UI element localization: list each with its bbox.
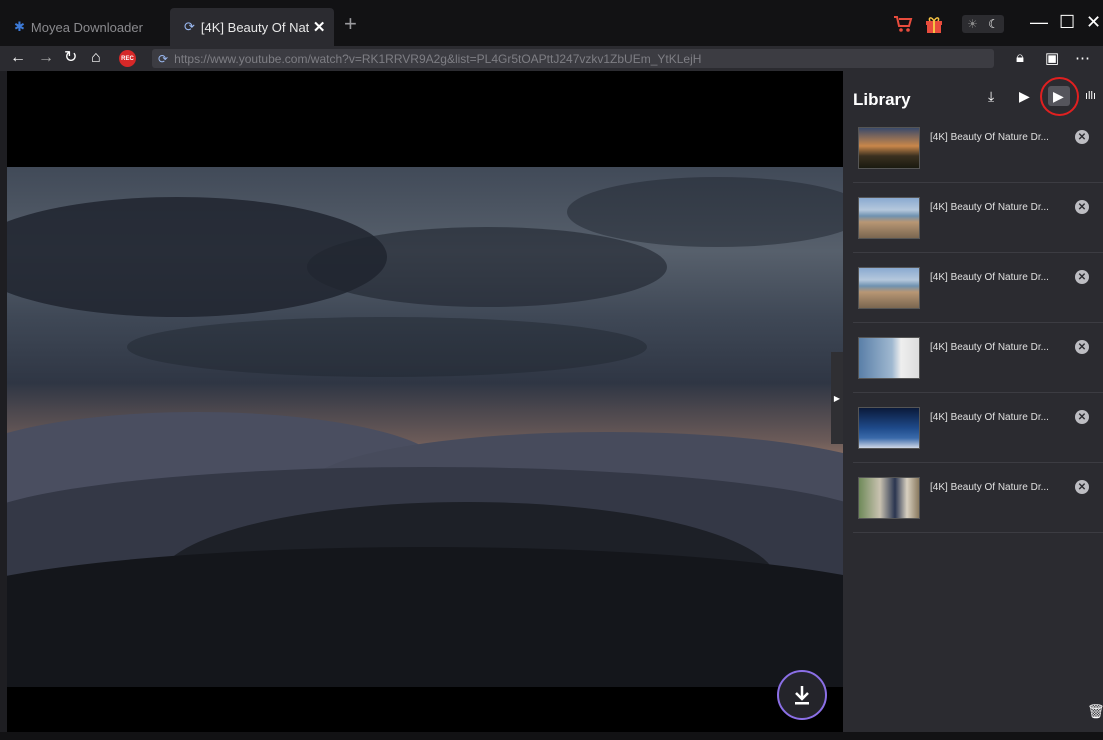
- collapse-sidebar-handle[interactable]: ▶: [831, 352, 843, 444]
- list-item[interactable]: [4K] Beauty Of Nature Dr... ✕: [853, 463, 1103, 533]
- title-bar: ✱ Moyea Downloader ⟳ [4K] Beauty Of Natu…: [0, 0, 1103, 46]
- audio-icon[interactable]: ıllı: [1085, 90, 1096, 102]
- cart-icon[interactable]: [893, 12, 913, 36]
- item-title: [4K] Beauty Of Nature Dr...: [930, 482, 1049, 493]
- download-tab-icon[interactable]: ⤓: [988, 88, 994, 105]
- url-text: https://www.youtube.com/watch?v=RK1RRVR9…: [174, 51, 702, 66]
- trash-icon[interactable]: 🗑︎: [1087, 703, 1103, 720]
- item-title: [4K] Beauty Of Nature Dr...: [930, 132, 1049, 143]
- library-icon[interactable]: ▣: [1045, 49, 1059, 67]
- remove-item-icon[interactable]: ✕: [1075, 130, 1089, 144]
- moon-icon: ☾: [988, 17, 999, 31]
- tab-moyea-downloader[interactable]: ✱ Moyea Downloader: [0, 8, 170, 46]
- gift-icon[interactable]: [924, 12, 944, 36]
- reload-icon[interactable]: ↻: [64, 48, 77, 68]
- back-icon[interactable]: ←: [10, 48, 26, 68]
- video-thumbnail: [858, 127, 920, 169]
- close-window-button[interactable]: ✕: [1086, 12, 1101, 32]
- download-button[interactable]: [777, 670, 827, 720]
- more-icon[interactable]: ⋯: [1075, 49, 1090, 67]
- remove-item-icon[interactable]: ✕: [1075, 410, 1089, 424]
- remove-item-icon[interactable]: ✕: [1075, 200, 1089, 214]
- tab-label: Moyea Downloader: [30, 19, 143, 35]
- video-tab-icon[interactable]: ▶: [1019, 88, 1030, 105]
- item-title: [4K] Beauty Of Nature Dr...: [930, 202, 1049, 213]
- remove-item-icon[interactable]: ✕: [1075, 340, 1089, 354]
- video-frame: [7, 167, 843, 687]
- video-thumbnail: [858, 337, 920, 379]
- video-thumbnail: [858, 197, 920, 239]
- browser-toolbar: ← → ↻ ⌂ REC ⟳ https://www.youtube.com/wa…: [0, 46, 1103, 71]
- list-item[interactable]: [4K] Beauty Of Nature Dr... ✕: [853, 253, 1103, 323]
- remove-item-icon[interactable]: ✕: [1075, 270, 1089, 284]
- video-player[interactable]: [7, 71, 843, 732]
- library-list: [4K] Beauty Of Nature Dr... ✕ [4K] Beaut…: [853, 113, 1103, 533]
- maximize-button[interactable]: ☐: [1059, 12, 1075, 32]
- theme-toggle[interactable]: ☀ ☾: [962, 15, 1004, 33]
- video-thumbnail: [858, 407, 920, 449]
- item-title: [4K] Beauty Of Nature Dr...: [930, 272, 1049, 283]
- sun-icon: ☀: [967, 17, 978, 31]
- item-title: [4K] Beauty Of Nature Dr...: [930, 342, 1049, 353]
- record-button[interactable]: REC: [119, 50, 136, 67]
- address-bar[interactable]: ⟳ https://www.youtube.com/watch?v=RK1RRV…: [152, 49, 994, 68]
- item-title: [4K] Beauty Of Nature Dr...: [930, 412, 1049, 423]
- minimize-button[interactable]: —: [1030, 12, 1048, 32]
- tab-video[interactable]: ⟳ [4K] Beauty Of Nature ✕: [170, 8, 334, 46]
- lock-icon[interactable]: 🔒︎: [1016, 49, 1024, 66]
- library-title: Library: [853, 90, 911, 109]
- list-item[interactable]: [4K] Beauty Of Nature Dr... ✕: [853, 393, 1103, 463]
- download-icon: [795, 686, 809, 705]
- list-item[interactable]: [4K] Beauty Of Nature Dr... ✕: [853, 183, 1103, 253]
- library-panel: Library ⤓ ▶ ▶ ıllı [4K] Beauty Of Nature…: [843, 71, 1103, 732]
- remove-item-icon[interactable]: ✕: [1075, 480, 1089, 494]
- list-item[interactable]: [4K] Beauty Of Nature Dr... ✕: [853, 323, 1103, 393]
- new-tab-button[interactable]: +: [344, 13, 357, 35]
- highlight-circle: [1040, 77, 1079, 116]
- video-thumbnail: [858, 267, 920, 309]
- bottom-edge: [0, 732, 1103, 740]
- home-icon[interactable]: ⌂: [91, 48, 101, 68]
- refresh-icon: ⟳: [184, 19, 195, 34]
- app-logo-icon: ✱: [14, 19, 25, 34]
- video-thumbnail: [858, 477, 920, 519]
- list-item[interactable]: [4K] Beauty Of Nature Dr... ✕: [853, 113, 1103, 183]
- tab-label: [4K] Beauty Of Nature: [200, 19, 309, 35]
- close-tab-icon[interactable]: ✕: [313, 18, 326, 36]
- refresh-icon: ⟳: [158, 51, 169, 66]
- forward-icon[interactable]: →: [38, 48, 54, 68]
